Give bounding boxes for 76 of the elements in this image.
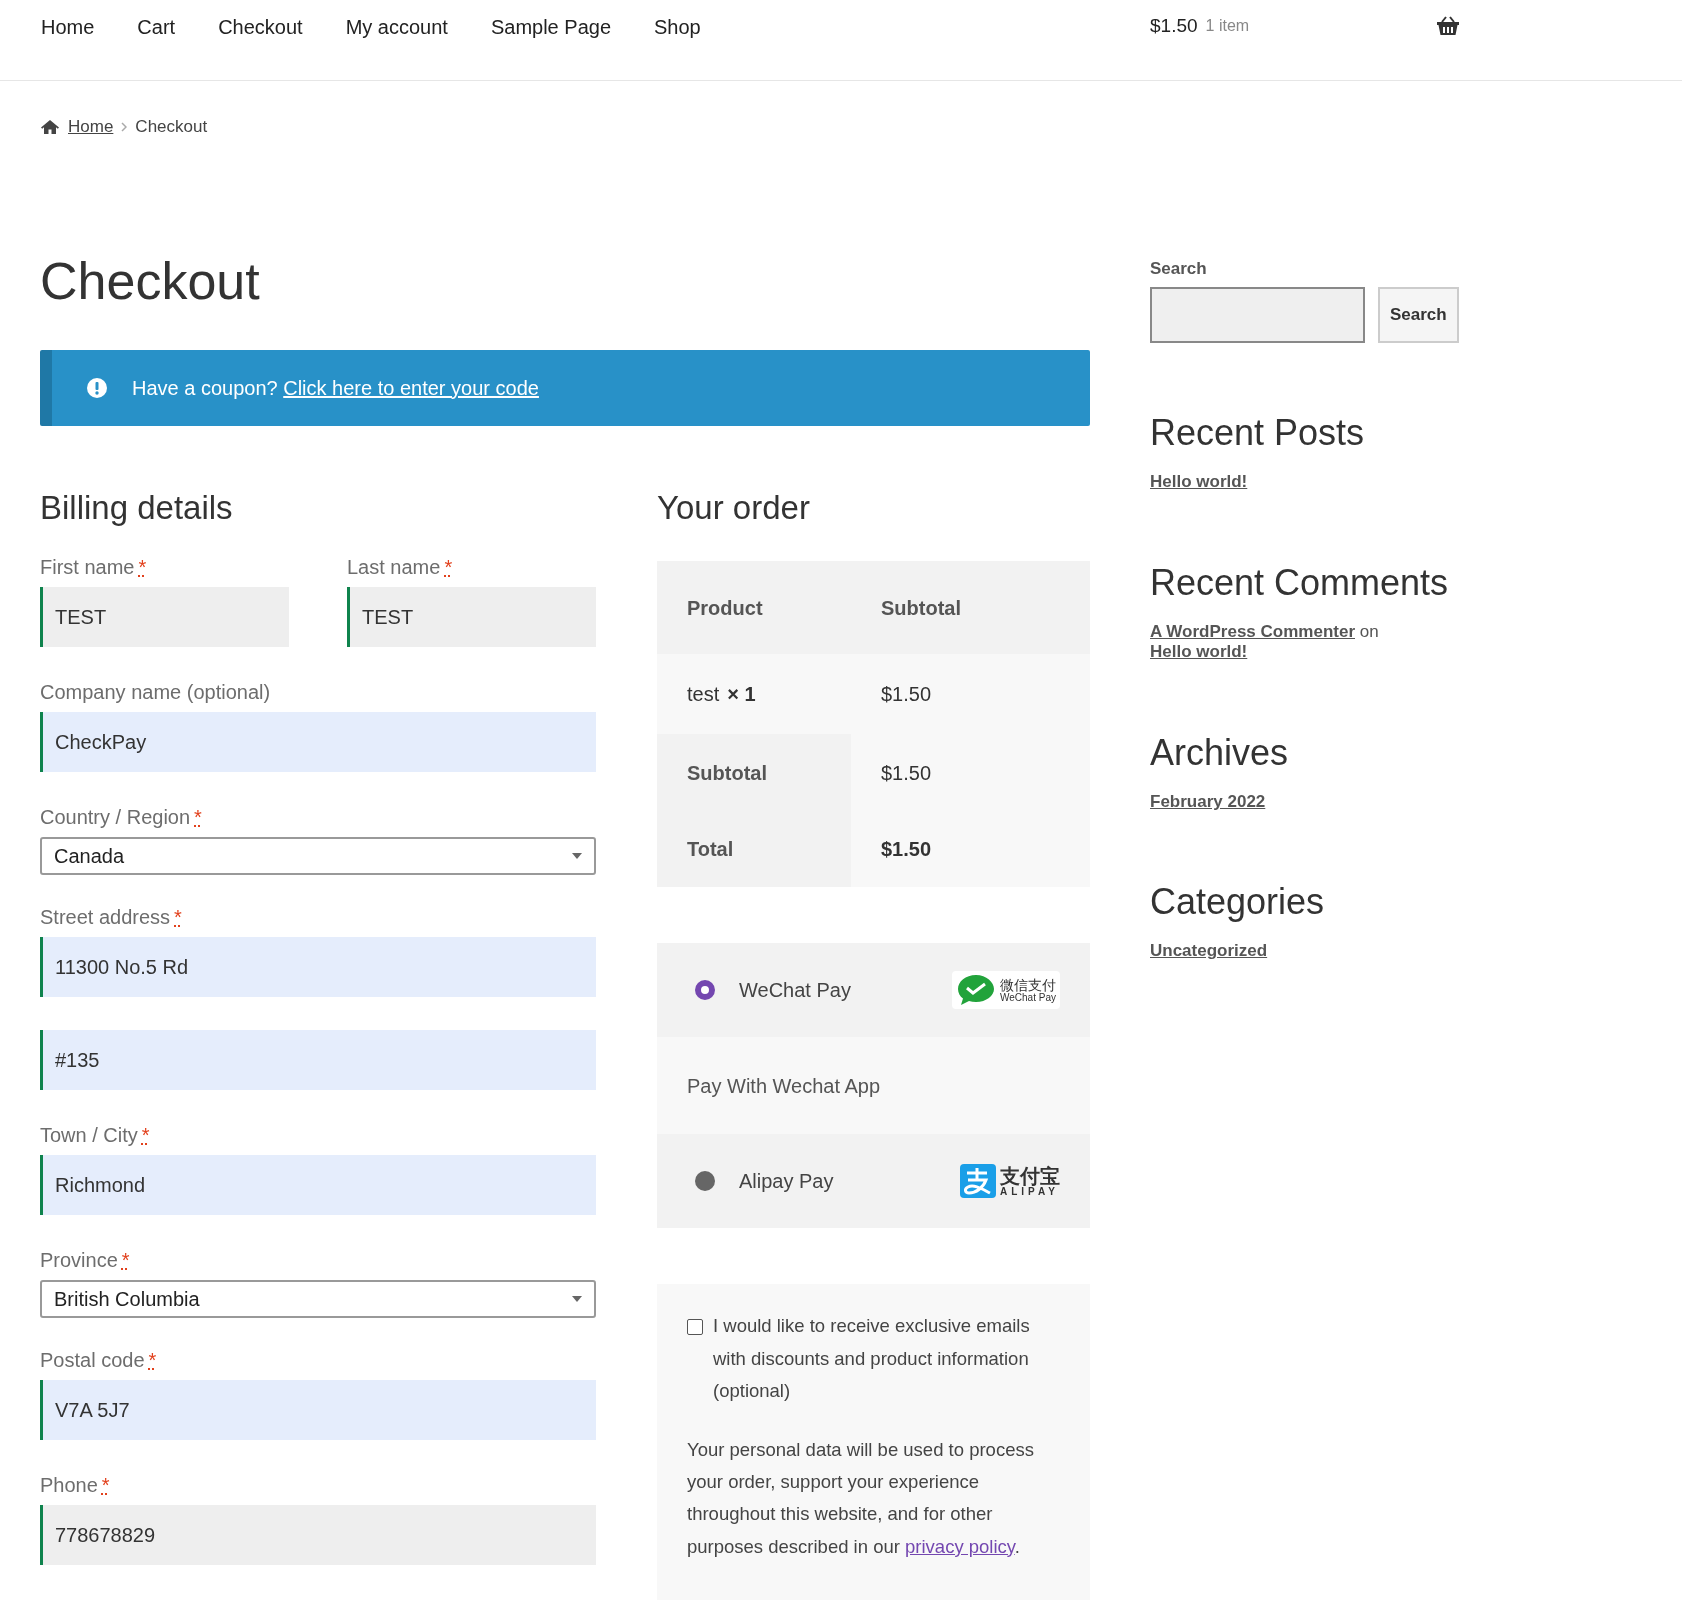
widget-link[interactable]: A WordPress Commenter — [1150, 621, 1355, 641]
privacy-text: Your personal data will be used to process your order, support your experience throughout this website, and for other purposes described in our privacy policy. — [687, 1437, 1035, 1559]
product-name: test — [687, 682, 720, 708]
input-field[interactable]: Richmond — [40, 1155, 596, 1216]
widget-link[interactable]: Hello world! — [1150, 642, 1248, 662]
widget-text: on — [1359, 621, 1379, 641]
coupon-link[interactable]: Click here to enter your code — [283, 376, 539, 399]
row-header: Subtotal — [657, 734, 851, 812]
field-label: Postal code * — [40, 1348, 158, 1373]
widget-title: Archives — [1150, 730, 1290, 774]
checkbox-label[interactable]: I would like to receive exclusive emails with discounts and product information (optional) — [713, 1310, 1060, 1408]
nav-link[interactable]: Checkout — [218, 12, 303, 42]
payment-method-label[interactable]: Alipay Pay — [739, 1166, 834, 1197]
nav-link[interactable]: My account — [345, 12, 448, 42]
input-field[interactable]: 778678829 — [40, 1505, 596, 1566]
info-icon — [86, 376, 108, 399]
table-cell-text: $1.50 — [880, 682, 933, 708]
privacy-policy-link[interactable]: privacy policy — [905, 1535, 1015, 1557]
input-field[interactable]: #135 — [40, 1030, 596, 1091]
radio-button[interactable] — [695, 980, 715, 1001]
nav-link[interactable]: Cart — [137, 12, 176, 42]
checkbox[interactable] — [687, 1319, 703, 1336]
product-quantity: × 1 — [727, 682, 756, 708]
breadcrumb-current: Checkout — [135, 116, 208, 138]
widget-title: Categories — [1150, 880, 1326, 924]
section-heading: Your order — [657, 487, 811, 528]
column-header: Subtotal — [880, 596, 962, 621]
widget-title: Recent Comments — [1150, 560, 1450, 604]
logo-text: 支付宝 — [1000, 1166, 1060, 1186]
input-field[interactable]: V7A 5J7 — [40, 1380, 596, 1441]
payment-description: Pay With Wechat App — [687, 1074, 881, 1099]
select-field[interactable]: Canada — [40, 837, 596, 876]
table-cell-text: $1.50 — [880, 761, 933, 786]
caret-icon — [572, 853, 582, 860]
radio-button[interactable] — [695, 1171, 715, 1192]
nav-link[interactable]: Sample Page — [490, 12, 611, 42]
widget-link[interactable]: Uncategorized — [1150, 941, 1268, 961]
nav-link[interactable]: Home — [41, 12, 95, 42]
input-field[interactable]: TEST — [347, 587, 596, 648]
basket-icon[interactable] — [1436, 16, 1460, 37]
nav-link[interactable]: Shop — [654, 12, 701, 42]
page-title: Checkout — [40, 250, 261, 312]
search-field[interactable] — [1150, 287, 1365, 343]
field-label: First name * — [40, 555, 148, 580]
logo-text: ALIPAY — [1000, 1186, 1060, 1197]
widget-link[interactable]: Hello world! — [1150, 472, 1248, 492]
field-label: Country / Region * — [40, 805, 203, 830]
widget-link[interactable]: February 2022 — [1150, 791, 1266, 811]
field-label: Town / City * — [40, 1123, 151, 1148]
home-icon — [40, 118, 60, 135]
select-field[interactable]: British Columbia — [40, 1280, 596, 1319]
input-field[interactable]: CheckPay — [40, 712, 596, 773]
column-header: Product — [686, 596, 764, 621]
field-label: Company name (optional) — [40, 680, 272, 705]
coupon-text: Have a coupon? Click here to enter your code — [132, 375, 539, 401]
search-button[interactable]: Search — [1378, 287, 1459, 343]
breadcrumb-link[interactable]: Home — [68, 114, 114, 140]
widget-title: Recent Posts — [1150, 411, 1366, 455]
caret-icon — [572, 1296, 582, 1303]
payment-method-label[interactable]: WeChat Pay — [739, 975, 851, 1006]
logo-text: 微信支付 — [1000, 978, 1056, 992]
field-label: Phone * — [40, 1473, 111, 1498]
row-header: Total — [657, 811, 851, 888]
field-label: Street address * — [40, 905, 183, 930]
logo-text: WeChat Pay — [1000, 992, 1056, 1003]
table-cell-text: $1.50 — [880, 837, 933, 863]
search-label: Search — [1150, 257, 1208, 280]
cart-total[interactable]: $1.50 — [1150, 12, 1198, 41]
chevron-icon — [121, 121, 128, 132]
input-field[interactable]: 11300 No.5 Rd — [40, 937, 596, 998]
field-label: Province * — [40, 1248, 131, 1273]
alipay-icon — [960, 1164, 996, 1199]
section-heading: Billing details — [40, 487, 234, 528]
cart-count[interactable]: 1 item — [1205, 14, 1250, 39]
field-label: Last name * — [347, 555, 454, 580]
input-field[interactable]: TEST — [40, 587, 289, 648]
